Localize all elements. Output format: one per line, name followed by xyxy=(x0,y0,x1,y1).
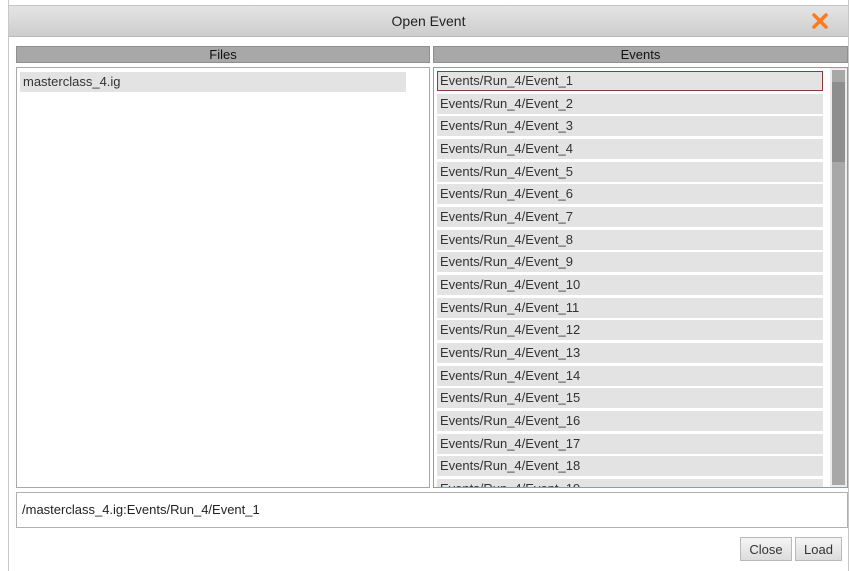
files-header: Files xyxy=(16,46,430,63)
event-list-container: Events/Run_4/Event_1 Events/Run_4/Event_2… xyxy=(437,71,823,487)
event-item[interactable]: Events/Run_4/Event_17 xyxy=(437,433,823,454)
event-item[interactable]: Events/Run_4/Event_10 xyxy=(437,274,823,295)
event-item[interactable]: Events/Run_4/Event_16 xyxy=(437,410,823,431)
event-item[interactable]: Events/Run_4/Event_5 xyxy=(437,161,823,182)
event-item[interactable]: Events/Run_4/Event_4 xyxy=(437,138,823,159)
load-button[interactable]: Load xyxy=(795,537,842,561)
event-item[interactable]: Events/Run_4/Event_9 xyxy=(437,252,823,273)
scrollbar-thumb[interactable] xyxy=(832,82,845,162)
dialog-titlebar[interactable]: Open Event xyxy=(9,5,848,37)
event-item[interactable]: Events/Run_4/Event_2 xyxy=(437,93,823,114)
event-item[interactable]: Events/Run_4/Event_15 xyxy=(437,388,823,409)
event-item[interactable]: Events/Run_4/Event_12 xyxy=(437,320,823,341)
event-item[interactable]: Events/Run_4/Event_3 xyxy=(437,116,823,137)
event-item[interactable]: Events/Run_4/Event_19 xyxy=(437,478,823,487)
event-item[interactable]: Events/Run_4/Event_18 xyxy=(437,456,823,477)
selected-path-field[interactable]: /masterclass_4.ig:Events/Run_4/Event_1 xyxy=(16,492,848,528)
close-button[interactable]: Close xyxy=(740,537,792,561)
events-header: Events xyxy=(433,46,848,63)
event-item[interactable]: Events/Run_4/Event_7 xyxy=(437,206,823,227)
event-item[interactable]: Events/Run_4/Event_13 xyxy=(437,342,823,363)
files-list: masterclass_4.ig xyxy=(16,67,430,488)
event-item[interactable]: Events/Run_4/Event_14 xyxy=(437,365,823,386)
events-list: Events/Run_4/Event_1 Events/Run_4/Event_2… xyxy=(433,67,848,488)
events-scrollbar[interactable] xyxy=(830,68,847,487)
event-item[interactable]: Events/Run_4/Event_11 xyxy=(437,297,823,318)
event-item[interactable]: Events/Run_4/Event_6 xyxy=(437,184,823,205)
dialog-title: Open Event xyxy=(391,13,466,29)
event-item[interactable]: Events/Run_4/Event_1 xyxy=(437,71,823,91)
event-item[interactable]: Events/Run_4/Event_8 xyxy=(437,229,823,250)
close-x-icon[interactable] xyxy=(808,9,832,33)
file-item[interactable]: masterclass_4.ig xyxy=(20,72,406,92)
